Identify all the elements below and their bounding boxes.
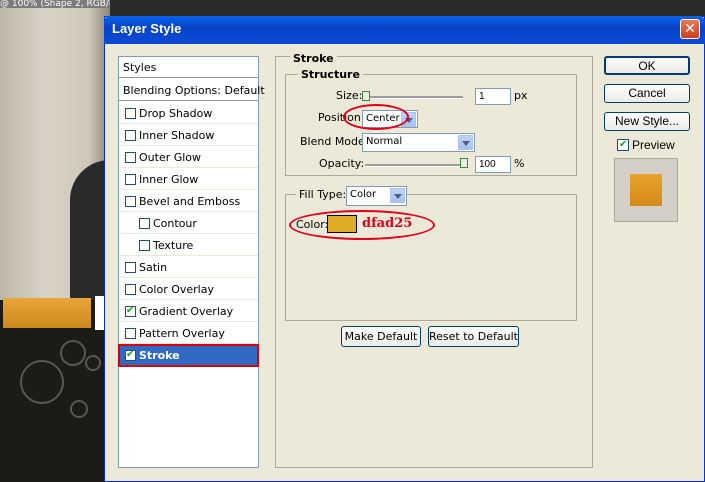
size-slider-thumb[interactable] [362,91,370,101]
color-annotation-ellipse [289,210,435,240]
style-item-label: Satin [139,261,168,274]
decor-ring [60,340,86,366]
decor-ring [85,355,101,371]
style-item-color-overlay[interactable]: Color Overlay [119,279,258,300]
style-item-label: Texture [153,239,194,252]
stroke-highlight-annotation [118,344,259,367]
opacity-input[interactable] [475,156,511,173]
style-item-label: Drop Shadow [139,107,213,120]
close-icon: ✕ [684,21,696,37]
structure-title: Structure [298,68,363,81]
checkbox[interactable] [125,152,136,163]
opacity-unit: % [514,157,525,170]
preview-swatch [630,174,662,206]
decor-ring [20,360,64,404]
style-item-outer-glow[interactable]: Outer Glow [119,147,258,168]
blending-options-label: Blending Options: Default [123,84,265,97]
opacity-slider-track[interactable] [365,164,467,167]
stroke-title: Stroke [290,52,337,65]
fill-type-value: Color [350,189,377,200]
style-item-drop-shadow[interactable]: Drop Shadow [119,103,258,124]
preview-checkbox[interactable]: ✔ [617,139,629,151]
opacity-slider-thumb[interactable] [460,158,468,168]
size-label: Size: [336,89,363,102]
checkmark-icon: ✔ [619,139,628,150]
checkbox[interactable] [125,108,136,119]
blend-mode-label: Blend Mode: [300,135,369,148]
style-item-label: Gradient Overlay [139,305,234,318]
fill-type-select[interactable]: Color [346,186,407,206]
checkbox[interactable]: ✔ [125,306,136,317]
style-item-contour[interactable]: Contour [119,213,258,234]
style-item-texture[interactable]: Texture [119,235,258,256]
blending-options-item[interactable]: Blending Options: Default [119,80,265,101]
style-item-label: Color Overlay [139,283,214,296]
opacity-label: Opacity: [319,157,365,170]
preview-label: Preview [632,138,675,152]
checkbox[interactable] [139,240,150,251]
decor-ring [70,400,88,418]
styles-header-label: Styles [123,61,157,74]
ok-button[interactable]: OK [604,56,690,75]
style-item-bevel-emboss[interactable]: Bevel and Emboss [119,191,258,212]
checkbox[interactable] [125,174,136,185]
styles-header[interactable]: Styles [119,57,258,78]
style-item-label: Pattern Overlay [139,327,225,340]
style-item-satin[interactable]: Satin [119,257,258,278]
document-title-strip: @ 100% (Shape 2, RGB/8) [0,0,110,8]
checkbox[interactable] [125,262,136,273]
style-item-label: Inner Glow [139,173,199,186]
preview-box [614,158,678,222]
checkbox[interactable] [125,328,136,339]
chevron-down-icon[interactable] [458,135,473,150]
checkbox[interactable] [125,284,136,295]
dialog-titlebar[interactable] [104,16,705,44]
style-item-label: Inner Shadow [139,129,215,142]
checkbox[interactable] [125,196,136,207]
position-annotation-ellipse [343,104,409,130]
blend-mode-value: Normal [366,136,403,147]
style-item-inner-shadow[interactable]: Inner Shadow [119,125,258,146]
make-default-button[interactable]: Make Default [341,326,421,347]
cancel-button[interactable]: Cancel [604,84,690,103]
fill-type-label: Fill Type: [296,188,350,201]
style-item-label: Outer Glow [139,151,202,164]
reset-default-button[interactable]: Reset to Default [428,326,519,347]
style-item-pattern-overlay[interactable]: Pattern Overlay [119,323,258,344]
styles-list: Styles Blending Options: Default Drop Sh… [118,56,265,468]
style-item-gradient-overlay[interactable]: ✔ Gradient Overlay [119,301,258,322]
size-slider-track[interactable] [365,96,463,99]
checkmark-icon: ✔ [126,305,135,316]
size-input[interactable] [475,88,511,105]
close-button[interactable]: ✕ [680,19,700,39]
new-style-button[interactable]: New Style... [604,112,690,131]
checkbox[interactable] [125,130,136,141]
chevron-down-icon[interactable] [390,188,405,203]
dialog-title: Layer Style [112,21,182,36]
style-item-label: Contour [153,217,197,230]
checkbox[interactable] [139,218,150,229]
blend-mode-select[interactable]: Normal [362,133,475,152]
orange-shape [3,298,91,328]
style-item-label: Bevel and Emboss [139,195,241,208]
style-item-inner-glow[interactable]: Inner Glow [119,169,258,190]
size-unit: px [514,89,528,102]
